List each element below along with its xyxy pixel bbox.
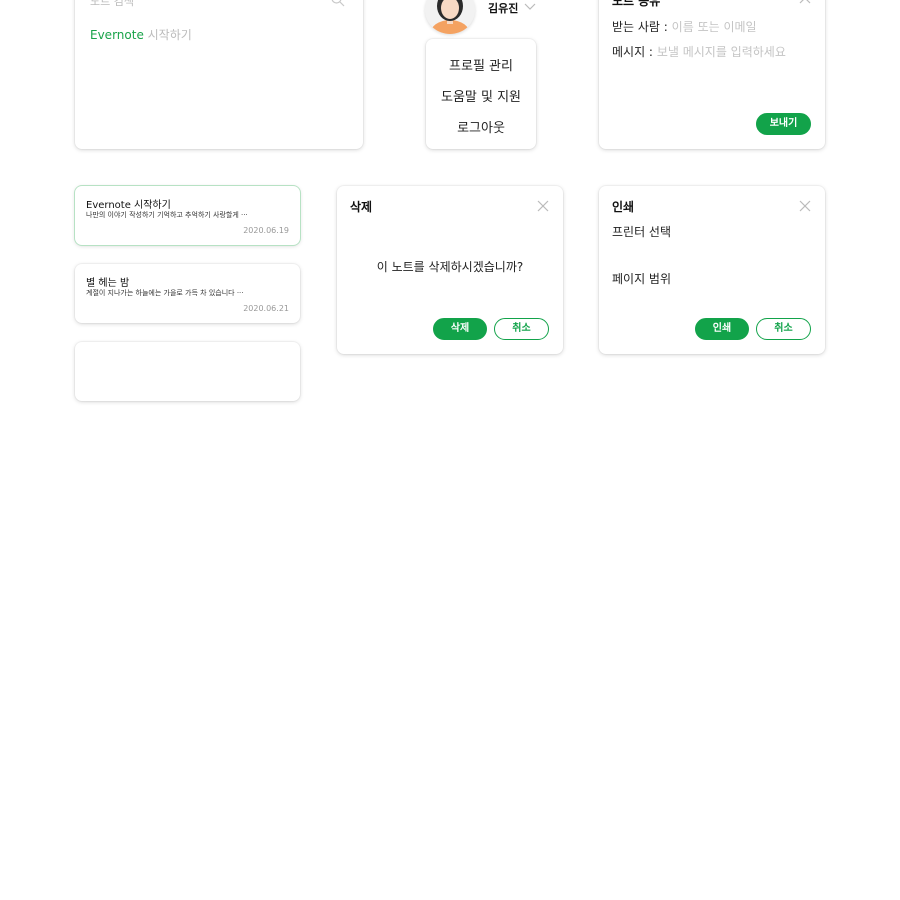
note-date: 2020.06.19 [243,226,289,235]
note-date: 2020.06.21 [243,304,289,313]
search-icon[interactable] [330,0,346,8]
close-icon[interactable] [799,0,811,4]
note-item[interactable]: 별 헤는 밤 계절이 지나가는 하늘에는 가을로 가득 차 있습니다 ··· 2… [75,264,300,323]
send-button[interactable]: 보내기 [756,113,811,135]
menu-item-logout[interactable]: 로그아웃 [426,117,536,136]
printer-select[interactable]: 프린터 선택 [612,223,671,240]
search-bar [90,0,348,10]
recipient-row: 받는 사람 : [612,18,802,35]
note-preview: 나만의 이야기 작성하기 기억하고 추억하기 사랑할게 ··· [86,211,248,219]
search-result-item[interactable]: Evernote 시작하기 [90,26,192,43]
recipient-input[interactable] [671,20,802,34]
share-title: 노트 공유 [612,0,661,8]
print-cancel-button[interactable]: 취소 [756,318,811,340]
avatar[interactable] [425,0,475,34]
user-avatar-icon [430,0,470,34]
message-row: 메시지 : [612,43,807,60]
close-icon[interactable] [537,200,549,212]
page-range-field[interactable]: 페이지 범위 [612,270,671,287]
recipient-label: 받는 사람 : [612,20,668,34]
page: Evernote 시작하기 김유진 프로필 관리 도움말 및 지원 로그아웃 노… [0,0,900,900]
print-confirm-button[interactable]: 인쇄 [695,318,749,340]
delete-message: 이 노트를 삭제하시겠습니까? [376,260,524,274]
delete-dialog-title: 삭제 [350,200,373,214]
print-dialog-title: 인쇄 [612,200,635,214]
search-card: Evernote 시작하기 [75,0,363,149]
note-title: Evernote 시작하기 [86,200,171,211]
delete-dialog: 삭제 이 노트를 삭제하시겠습니까? 삭제 취소 [337,186,563,354]
note-item[interactable]: Evernote 시작하기 나만의 이야기 작성하기 기억하고 추억하기 사랑할… [75,186,300,245]
search-input[interactable] [90,0,320,10]
search-result-text: 시작하기 [143,28,192,42]
note-item[interactable] [75,342,300,401]
note-preview: 계절이 지나가는 하늘에는 가을로 가득 차 있습니다 ··· [86,289,244,297]
profile-name[interactable]: 김유진 [488,0,518,16]
note-title: 별 헤는 밤 [86,278,130,289]
search-result-highlight: Evernote [90,28,144,42]
close-icon[interactable] [799,200,811,212]
menu-item-help[interactable]: 도움말 및 지원 [426,86,536,105]
profile-menu: 프로필 관리 도움말 및 지원 로그아웃 [426,39,536,149]
share-dialog: 노트 공유 받는 사람 : 메시지 : 보내기 [599,0,825,149]
delete-cancel-button[interactable]: 취소 [494,318,549,340]
chevron-down-icon[interactable] [524,2,536,12]
print-dialog: 인쇄 프린터 선택 페이지 범위 인쇄 취소 [599,186,825,354]
delete-confirm-button[interactable]: 삭제 [433,318,487,340]
message-input[interactable] [656,45,807,59]
menu-item-profile-settings[interactable]: 프로필 관리 [426,55,536,74]
message-label: 메시지 : [612,45,653,59]
